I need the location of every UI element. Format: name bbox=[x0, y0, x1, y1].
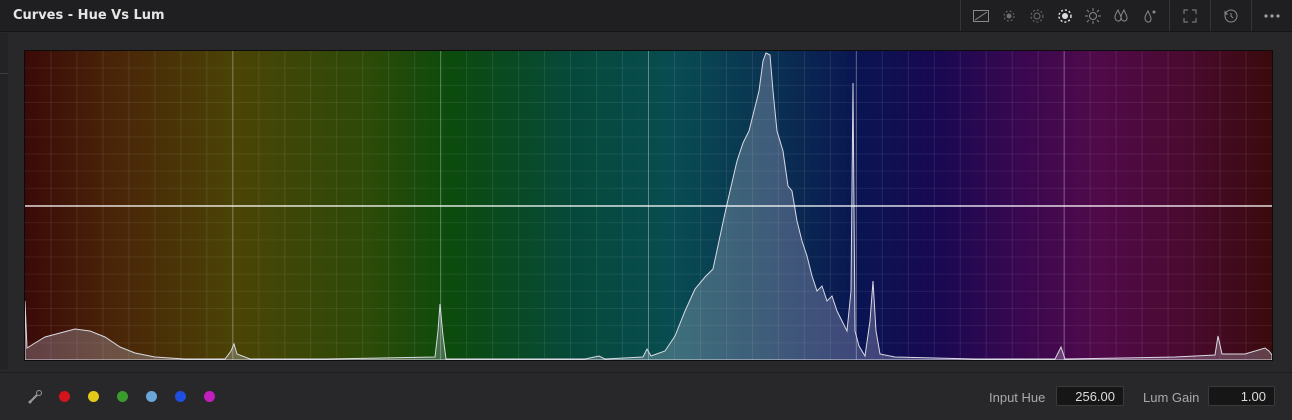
red-swatch-button[interactable] bbox=[59, 391, 70, 402]
expand-icon[interactable] bbox=[1176, 4, 1204, 28]
hue-vs-lum-graph[interactable] bbox=[24, 50, 1273, 361]
eyedropper-icon[interactable] bbox=[27, 389, 43, 405]
curve-mode-group bbox=[960, 0, 1169, 31]
halo-dim-icon[interactable] bbox=[1023, 4, 1051, 28]
sun-icon[interactable] bbox=[1079, 4, 1107, 28]
reset-icon[interactable] bbox=[1217, 4, 1245, 28]
yellow-swatch-button[interactable] bbox=[88, 391, 99, 402]
halo-active-icon[interactable] bbox=[1051, 4, 1079, 28]
panel-header: Curves - Hue Vs Lum bbox=[0, 0, 1292, 32]
reset-group bbox=[1210, 0, 1251, 31]
lum-gain-label: Lum Gain bbox=[1143, 390, 1200, 405]
graph-view-icon[interactable] bbox=[967, 4, 995, 28]
droplets-icon[interactable] bbox=[1107, 4, 1135, 28]
droplet-sun-icon[interactable] bbox=[1135, 4, 1163, 28]
green-swatch-button[interactable] bbox=[117, 391, 128, 402]
options-group bbox=[1251, 0, 1292, 31]
input-hue-label: Input Hue bbox=[989, 390, 1046, 405]
cyan-swatch-button[interactable] bbox=[146, 391, 157, 402]
halo-dim-icon[interactable] bbox=[995, 4, 1023, 28]
panel-title: Curves - Hue Vs Lum bbox=[13, 8, 165, 23]
toolbar bbox=[960, 0, 1292, 31]
blue-swatch-button[interactable] bbox=[175, 391, 186, 402]
lum-gain-field[interactable]: 1.00 bbox=[1208, 386, 1275, 406]
view-group bbox=[1169, 0, 1210, 31]
side-strip bbox=[0, 33, 8, 369]
magenta-swatch-button[interactable] bbox=[204, 391, 215, 402]
curve-canvas[interactable] bbox=[25, 51, 1272, 360]
footer-bar: Input Hue 256.00 Lum Gain 1.00 bbox=[0, 372, 1292, 420]
more-icon[interactable] bbox=[1258, 4, 1286, 28]
input-hue-field[interactable]: 256.00 bbox=[1056, 386, 1124, 406]
